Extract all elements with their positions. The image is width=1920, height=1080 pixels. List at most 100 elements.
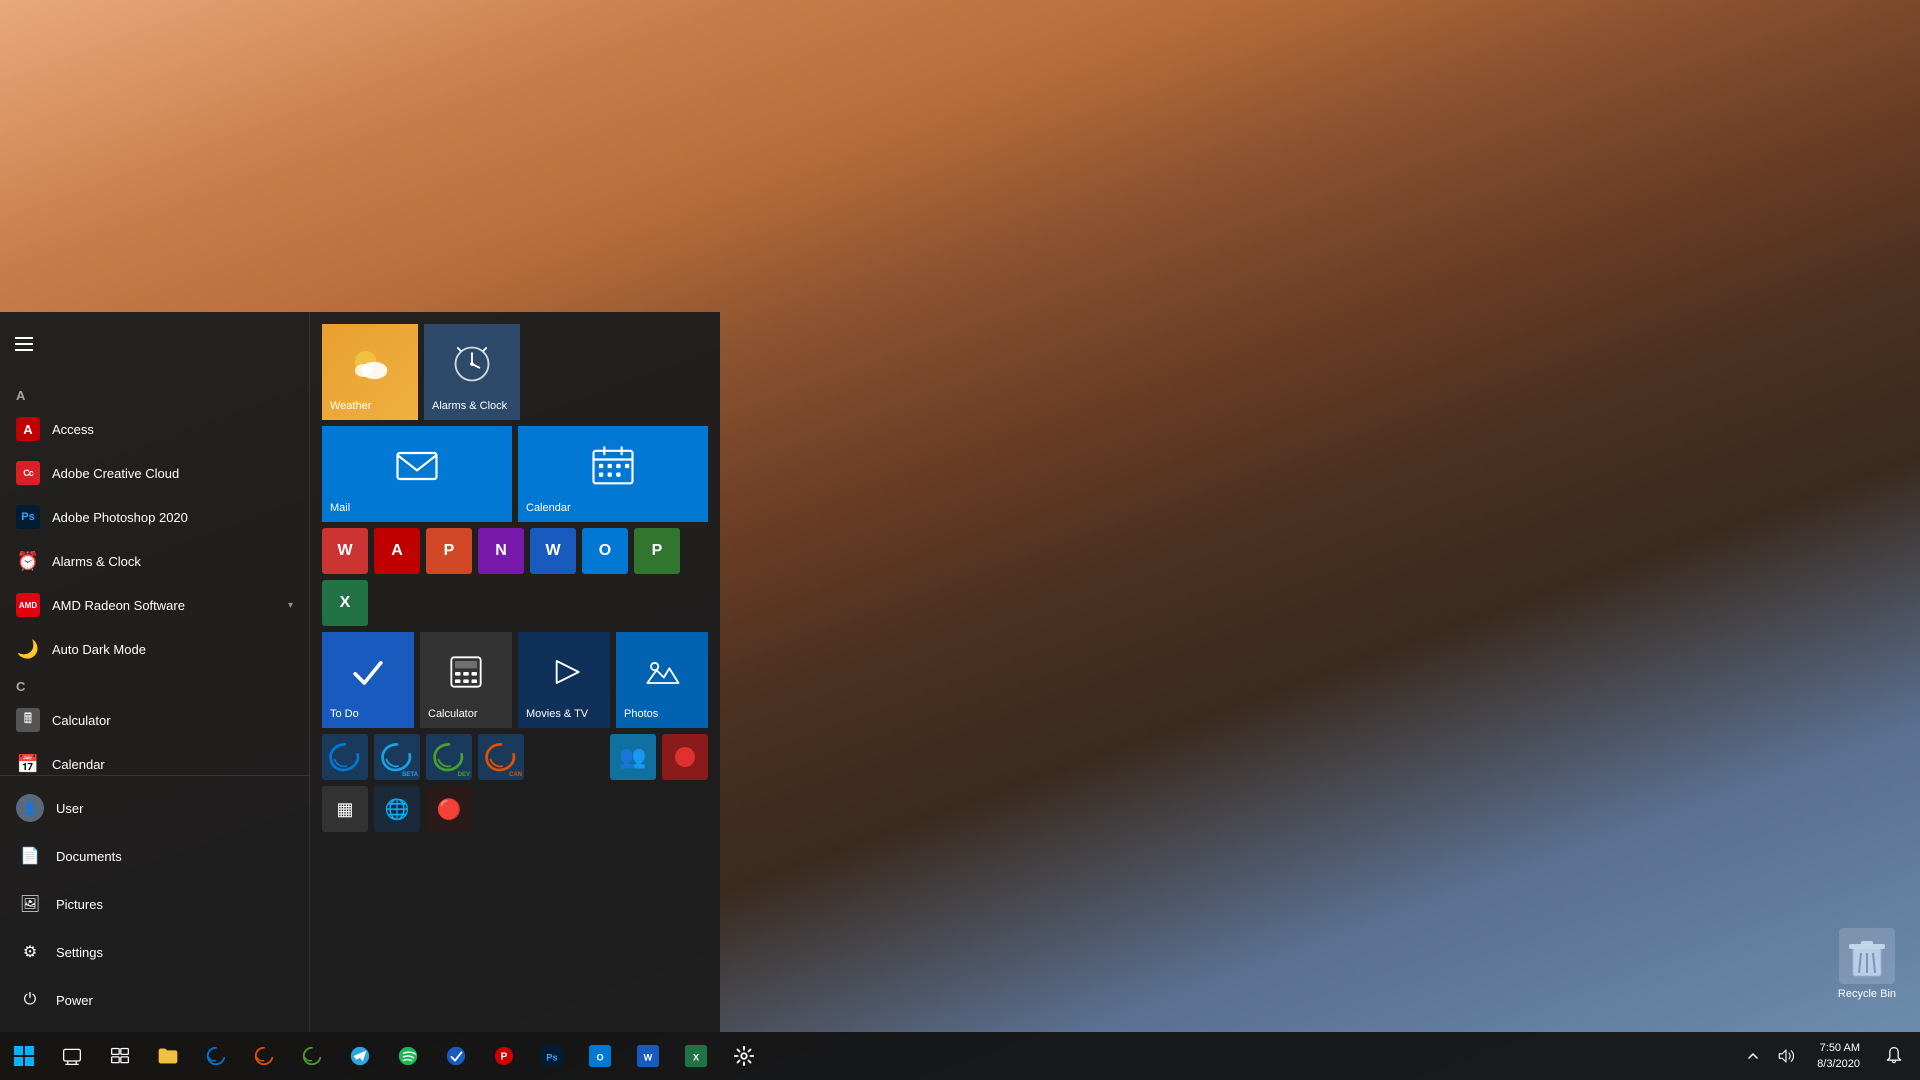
tile-office-excel[interactable]: X xyxy=(322,580,368,626)
todo-tile-icon xyxy=(330,640,406,704)
calculator-tile-label: Calculator xyxy=(428,708,478,720)
recycle-bin[interactable]: Recycle Bin xyxy=(1838,928,1896,1000)
tile-people[interactable]: 👥 xyxy=(610,734,656,780)
taskbar-antivirus[interactable]: P xyxy=(480,1032,528,1080)
taskbar-spotify[interactable] xyxy=(384,1032,432,1080)
documents-icon: 📄 xyxy=(16,842,44,870)
app-name-autodark: Auto Dark Mode xyxy=(52,642,146,657)
photoshop-icon: Ps xyxy=(16,505,40,529)
tile-calculator[interactable]: Calculator xyxy=(420,632,512,728)
taskbar-edge[interactable] xyxy=(192,1032,240,1080)
settings-label: Settings xyxy=(56,945,103,960)
tile-office-word-red[interactable]: W xyxy=(322,528,368,574)
power-label: Power xyxy=(56,993,93,1008)
taskbar-file-explorer[interactable] xyxy=(144,1032,192,1080)
app-list-bottom: 👤 User 📄 Documents 🖼 Pictures ⚙ Settings… xyxy=(0,775,309,1032)
access-icon: A xyxy=(16,417,40,441)
recycle-bin-label: Recycle Bin xyxy=(1838,988,1896,1000)
app-name-calendar: Calendar xyxy=(52,757,105,772)
section-letter-a: A xyxy=(0,380,309,407)
photos-tile-label: Photos xyxy=(624,708,658,720)
tile-office-outlook[interactable]: O xyxy=(582,528,628,574)
tile-photos[interactable]: Photos xyxy=(616,632,708,728)
tile-edge-stable[interactable] xyxy=(322,734,368,780)
taskbar-start-button[interactable] xyxy=(0,1032,48,1080)
app-name-alarms: Alarms & Clock xyxy=(52,554,141,569)
app-item-autodark[interactable]: 🌙 Auto Dark Mode xyxy=(0,627,309,671)
app-name-photoshop: Adobe Photoshop 2020 xyxy=(52,510,188,525)
calendar-tile-icon xyxy=(526,434,700,498)
tile-movies[interactable]: Movies & TV xyxy=(518,632,610,728)
tray-chevron[interactable] xyxy=(1741,1032,1765,1080)
app-item-amd[interactable]: AMD AMD Radeon Software ▾ xyxy=(0,583,309,627)
photos-tile-icon xyxy=(624,640,700,704)
app-list-panel: A A Access Cc Adobe Creative Cloud Ps Ad… xyxy=(0,312,310,1032)
pictures-item[interactable]: 🖼 Pictures xyxy=(0,880,309,928)
tile-row-6: ▦ 🌐 🔴 xyxy=(322,786,708,832)
app-item-calendar[interactable]: 📅 Calendar xyxy=(0,742,309,775)
tile-row-5: BETA DEV CAN 👥 xyxy=(322,734,708,780)
user-label: User xyxy=(56,801,83,816)
hamburger-button[interactable] xyxy=(0,320,48,368)
clock[interactable]: 7:50 AM 8/3/2020 xyxy=(1805,1040,1872,1073)
edge-can-badge: CAN xyxy=(509,772,522,778)
pictures-icon: 🖼 xyxy=(16,890,44,918)
calendar-tile-label: Calendar xyxy=(526,502,571,514)
tile-edge-canary[interactable]: CAN xyxy=(478,734,524,780)
tile-todo[interactable]: To Do xyxy=(322,632,414,728)
tile-office-project[interactable]: P xyxy=(634,528,680,574)
movies-tile-icon xyxy=(526,640,602,704)
settings-item[interactable]: ⚙ Settings xyxy=(0,928,309,976)
app-item-calculator[interactable]: 🖩 Calculator xyxy=(0,698,309,742)
taskbar-edge-canary[interactable] xyxy=(240,1032,288,1080)
tile-calendar[interactable]: Calendar xyxy=(518,426,708,522)
taskbar-todo[interactable] xyxy=(432,1032,480,1080)
svg-text:X: X xyxy=(693,1053,700,1063)
tile-office-onenote[interactable]: N xyxy=(478,528,524,574)
svg-text:P: P xyxy=(501,1052,508,1063)
settings-icon: ⚙ xyxy=(16,938,44,966)
tile-office-powerpoint[interactable]: P xyxy=(426,528,472,574)
tile-red-circle-app[interactable]: 🔴 xyxy=(426,786,472,832)
tile-red-dot-app[interactable] xyxy=(662,734,708,780)
power-item[interactable]: ⏻ Power xyxy=(0,976,309,1024)
tile-edge-dev[interactable]: DEV xyxy=(426,734,472,780)
taskbar-excel[interactable]: X xyxy=(672,1032,720,1080)
taskbar-settings[interactable] xyxy=(720,1032,768,1080)
notification-bell[interactable] xyxy=(1876,1032,1912,1080)
mail-tile-label: Mail xyxy=(330,502,350,514)
app-name-adobe-cc: Adobe Creative Cloud xyxy=(52,466,179,481)
tile-globe-app[interactable]: 🌐 xyxy=(374,786,420,832)
amd-icon: AMD xyxy=(16,593,40,617)
app-item-photoshop[interactable]: Ps Adobe Photoshop 2020 xyxy=(0,495,309,539)
user-profile-item[interactable]: 👤 User xyxy=(0,784,309,832)
app-name-calculator: Calculator xyxy=(52,713,111,728)
app-item-adobe-cc[interactable]: Cc Adobe Creative Cloud xyxy=(0,451,309,495)
tile-grid-app[interactable]: ▦ xyxy=(322,786,368,832)
tile-office-access[interactable]: A xyxy=(374,528,420,574)
clock-date: 8/3/2020 xyxy=(1817,1056,1860,1073)
documents-item[interactable]: 📄 Documents xyxy=(0,832,309,880)
taskbar-telegram[interactable] xyxy=(336,1032,384,1080)
taskbar-outlook[interactable]: O xyxy=(576,1032,624,1080)
volume-icon[interactable] xyxy=(1771,1032,1801,1080)
app-item-access[interactable]: A Access xyxy=(0,407,309,451)
red-dot-icon xyxy=(675,747,695,767)
adobe-cc-icon: Cc xyxy=(16,461,40,485)
notification-area xyxy=(1741,1032,1801,1080)
taskbar-word[interactable]: W xyxy=(624,1032,672,1080)
taskbar-edge-dev[interactable] xyxy=(288,1032,336,1080)
tile-alarms-clock[interactable]: Alarms & Clock xyxy=(424,324,520,420)
taskbar-task-view[interactable] xyxy=(96,1032,144,1080)
taskbar-search[interactable] xyxy=(48,1032,96,1080)
svg-text:Ps: Ps xyxy=(546,1053,557,1063)
tile-edge-beta[interactable]: BETA xyxy=(374,734,420,780)
tile-weather[interactable]: Weather xyxy=(322,324,418,420)
alarms-clock-tile-label: Alarms & Clock xyxy=(432,400,507,412)
tile-office-word-blue[interactable]: W xyxy=(530,528,576,574)
tile-mail[interactable]: Mail xyxy=(322,426,512,522)
calculator-icon: 🖩 xyxy=(16,708,40,732)
taskbar-photoshop[interactable]: Ps xyxy=(528,1032,576,1080)
app-item-alarms[interactable]: ⏰ Alarms & Clock xyxy=(0,539,309,583)
windows-logo xyxy=(14,1046,34,1066)
